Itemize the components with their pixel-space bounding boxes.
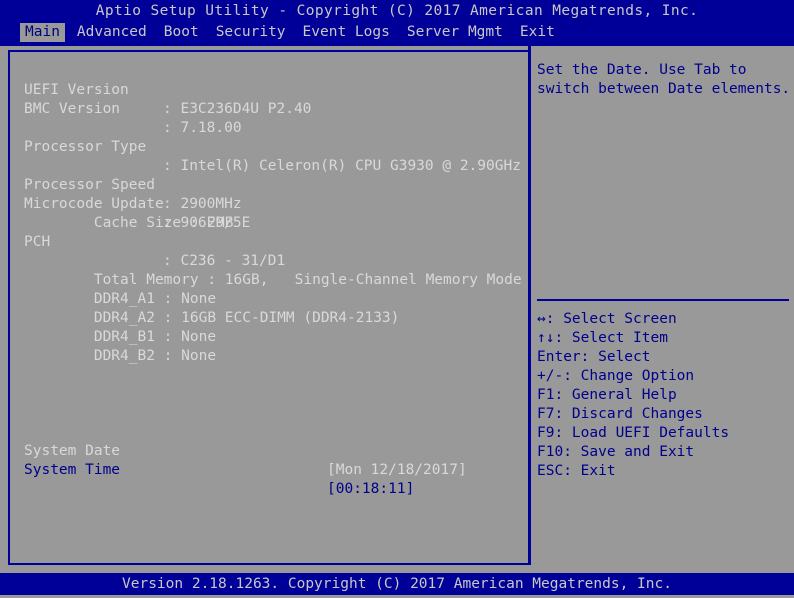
- footer-version-text: Version 2.18.1263. Copyright (C) 2017 Am…: [122, 576, 672, 592]
- legend-select-screen: ↔: Select Screen: [537, 311, 677, 327]
- tab-security[interactable]: Security: [211, 23, 291, 42]
- uefi-version-value: : E3C236D4U P2.40: [163, 101, 312, 117]
- info-row-ddr4-a2: DDR4_A2 : 16GB ECC-DIMM (DDR4-2133): [24, 290, 519, 326]
- info-row-cache-size: Cache Size : 2MB: [24, 195, 519, 231]
- title-text: Aptio Setup Utility - Copyright (C) 2017…: [95, 3, 699, 19]
- tab-main[interactable]: Main: [20, 23, 65, 42]
- info-row-uefi-version: UEFI Version : E3C236D4U P2.40: [24, 62, 519, 117]
- ddr4-b2-text: DDR4_B2 : None: [93, 348, 217, 364]
- tab-advanced[interactable]: Advanced: [72, 23, 152, 42]
- system-time-label: System Time: [24, 462, 121, 478]
- pch-label: PCH: [24, 234, 51, 250]
- tab-boot[interactable]: Boot: [159, 23, 204, 42]
- info-row-total-memory: Total Memory : 16GB, Single-Channel Memo…: [24, 252, 522, 288]
- info-row-pch: PCH : C236 - 31/D1: [24, 214, 519, 269]
- title-bar: Aptio Setup Utility - Copyright (C) 2017…: [0, 0, 794, 22]
- legend-esc-exit: ESC: Exit: [537, 463, 616, 479]
- tab-exit[interactable]: Exit: [515, 23, 560, 42]
- legend-change-option: +/-: Change Option: [537, 368, 695, 384]
- tab-event-logs[interactable]: Event Logs: [298, 23, 395, 42]
- legend-save-and-exit: F10: Save and Exit: [537, 444, 695, 460]
- legend-select-item: ↑↓: Select Item: [537, 330, 668, 346]
- system-time-value[interactable]: [00:18:11]: [327, 480, 414, 499]
- info-row-ddr4-b1: DDR4_B1 : None: [24, 309, 519, 345]
- menu-bar-rule: [0, 43, 794, 46]
- setting-row-system-time[interactable]: System Time [00:18:11]: [24, 442, 519, 497]
- legend-enter-select: Enter: Select: [537, 349, 651, 365]
- setting-row-system-date[interactable]: System Date [Mon 12/18/2017]: [24, 423, 519, 478]
- legend-load-defaults: F9: Load UEFI Defaults: [537, 425, 730, 441]
- main-info-panel: UEFI Version : E3C236D4U P2.40 BMC Versi…: [8, 50, 528, 565]
- legend-separator: [537, 299, 789, 301]
- legend-discard-changes: F7: Discard Changes: [537, 406, 703, 422]
- footer-bar: Version 2.18.1263. Copyright (C) 2017 Am…: [0, 573, 794, 595]
- info-row-microcode-update: Microcode Update : 906E9/5E: [24, 176, 519, 231]
- bmc-version-label: BMC Version: [24, 101, 121, 117]
- legend-general-help: F1: General Help: [537, 387, 677, 403]
- info-row-ddr4-b2: DDR4_B2 : None: [24, 328, 519, 364]
- help-line: switch between Date elements.: [537, 81, 791, 97]
- help-text: Set the Date. Use Tab to switch between …: [537, 61, 791, 99]
- bios-setup-screen: Aptio Setup Utility - Copyright (C) 2017…: [0, 0, 794, 598]
- help-line: Set the Date. Use Tab to: [537, 62, 747, 78]
- info-row-bmc-version: BMC Version : 7.18.00: [24, 81, 519, 136]
- tab-server-mgmt[interactable]: Server Mgmt: [402, 23, 508, 42]
- key-legend: ↔: Select Screen ↑↓: Select Item Enter: …: [537, 310, 789, 481]
- system-date-value[interactable]: [Mon 12/18/2017]: [327, 461, 467, 480]
- info-row-processor-speed: Processor Speed : 2900MHz: [24, 157, 519, 212]
- info-row-processor-type: Processor Type : Intel(R) Celeron(R) CPU…: [24, 119, 521, 174]
- help-panel: Set the Date. Use Tab to switch between …: [531, 50, 794, 565]
- processor-type-label: Processor Type: [24, 139, 147, 155]
- info-row-ddr4-a1: DDR4_A1 : None: [24, 271, 519, 307]
- menu-bar[interactable]: Main Advanced Boot Security Event Logs S…: [0, 22, 794, 43]
